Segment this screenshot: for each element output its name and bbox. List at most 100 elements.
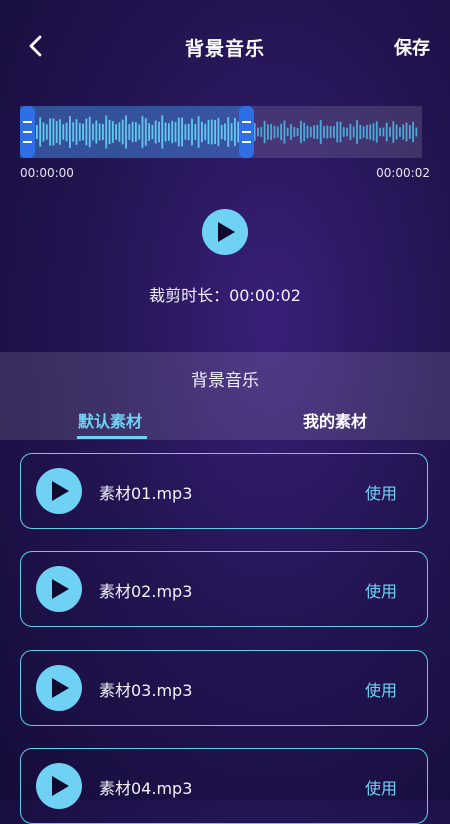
play-button[interactable] <box>36 468 82 514</box>
waveform-bar <box>389 127 391 137</box>
save-button[interactable]: 保存 <box>394 34 430 60</box>
waveform-bar <box>267 124 269 140</box>
play-icon <box>52 579 69 599</box>
waveform-bar <box>276 126 279 138</box>
waveform-bar <box>92 123 94 141</box>
waveform-bar <box>306 125 309 139</box>
waveform-bar <box>151 124 154 140</box>
track-name: 素材03.mp3 <box>99 681 193 700</box>
waveform-bar <box>204 123 207 141</box>
play-icon <box>52 481 69 501</box>
waveform-bar <box>349 123 352 141</box>
waveform-bar <box>49 118 51 146</box>
waveform-bar <box>148 123 150 141</box>
waveform-bar <box>184 124 187 140</box>
waveform-bar <box>356 120 358 144</box>
waveform-bar <box>52 118 55 146</box>
waveform-bar <box>309 126 312 138</box>
waveform-bar <box>253 123 256 141</box>
waveform-bar <box>217 117 220 147</box>
waveform-bar <box>108 119 111 145</box>
waveform-bar <box>316 124 319 140</box>
waveform-bar <box>402 124 405 140</box>
waveform-bar <box>62 124 65 140</box>
waveform-bar <box>273 125 276 139</box>
play-button[interactable] <box>36 665 82 711</box>
waveform-bar <box>161 115 164 149</box>
waveform-bar <box>144 118 147 146</box>
waveform-bar <box>118 122 121 142</box>
waveform-bar <box>227 117 230 147</box>
use-button[interactable]: 使用 <box>365 775 397 799</box>
waveform-bar <box>141 116 144 148</box>
list-item: 素材02.mp3 使用 <box>20 551 428 627</box>
waveform-bar <box>154 120 157 144</box>
end-time: 00:00:02 <box>376 166 430 180</box>
waveform-bar <box>85 118 88 146</box>
track-name: 素材02.mp3 <box>99 582 193 601</box>
waveform-bar <box>362 126 365 138</box>
list-item: 素材01.mp3 使用 <box>20 453 428 529</box>
waveform-bar <box>375 121 378 143</box>
play-button[interactable] <box>36 566 82 612</box>
waveform-bar <box>69 116 71 148</box>
waveform-bar <box>125 115 127 149</box>
waveform-bar <box>319 119 322 145</box>
trim-start-handle[interactable] <box>20 106 35 158</box>
play-icon <box>52 678 69 698</box>
waveform-bar <box>286 127 289 137</box>
waveform-bar <box>352 126 355 138</box>
waveform-bar <box>408 125 411 139</box>
start-time: 00:00:00 <box>20 166 74 180</box>
waveform-bar <box>164 122 167 142</box>
use-button[interactable]: 使用 <box>365 677 397 701</box>
waveform-bar <box>336 121 339 143</box>
waveform-bar <box>197 116 200 148</box>
waveform-bar <box>210 119 213 145</box>
waveform-bar <box>369 124 372 140</box>
tab-my-materials[interactable]: 我的素材 <box>303 408 367 432</box>
waveform-bar <box>59 119 61 145</box>
waveform-bar <box>105 115 108 149</box>
waveform-bar <box>260 127 263 137</box>
waveform-graphic <box>36 115 418 149</box>
waveform-bar <box>168 123 170 141</box>
waveform-bar <box>138 124 141 140</box>
waveform-bar <box>379 127 381 137</box>
active-tab-indicator <box>77 436 147 439</box>
waveform-bar <box>177 117 180 147</box>
preview-play-button[interactable] <box>202 209 248 255</box>
waveform-bar <box>290 124 292 140</box>
music-panel: 背景音乐 默认素材 我的素材 <box>0 352 450 440</box>
waveform-bar <box>88 116 91 148</box>
waveform-bar <box>65 122 68 142</box>
play-button[interactable] <box>36 763 82 809</box>
waveform-bar <box>405 122 408 142</box>
waveform-bar <box>181 117 183 147</box>
use-button[interactable]: 使用 <box>365 480 397 504</box>
waveform-bar <box>293 126 296 138</box>
waveform-bar <box>187 123 190 141</box>
use-button[interactable]: 使用 <box>365 578 397 602</box>
waveform-bar <box>257 127 259 137</box>
waveform-bar <box>323 126 325 138</box>
waveform-bar <box>342 127 345 137</box>
panel-title: 背景音乐 <box>191 371 259 391</box>
waveform-bar <box>36 125 38 139</box>
tab-default-materials[interactable]: 默认素材 <box>78 408 142 432</box>
waveform-bar <box>366 125 368 139</box>
track-name: 素材04.mp3 <box>99 779 193 798</box>
play-icon <box>218 222 235 242</box>
play-icon <box>52 776 69 796</box>
trim-end-handle[interactable] <box>239 106 254 158</box>
waveform-bar <box>333 126 335 138</box>
waveform-bar <box>296 127 299 137</box>
page-title: 背景音乐 <box>184 38 265 60</box>
waveform-bar <box>78 123 81 141</box>
waveform-trimmer[interactable] <box>20 106 422 158</box>
waveform-bar <box>171 120 174 144</box>
waveform-bar <box>55 120 58 144</box>
waveform-bar <box>98 123 101 141</box>
waveform-bar <box>412 121 414 143</box>
waveform-bar <box>385 122 388 142</box>
